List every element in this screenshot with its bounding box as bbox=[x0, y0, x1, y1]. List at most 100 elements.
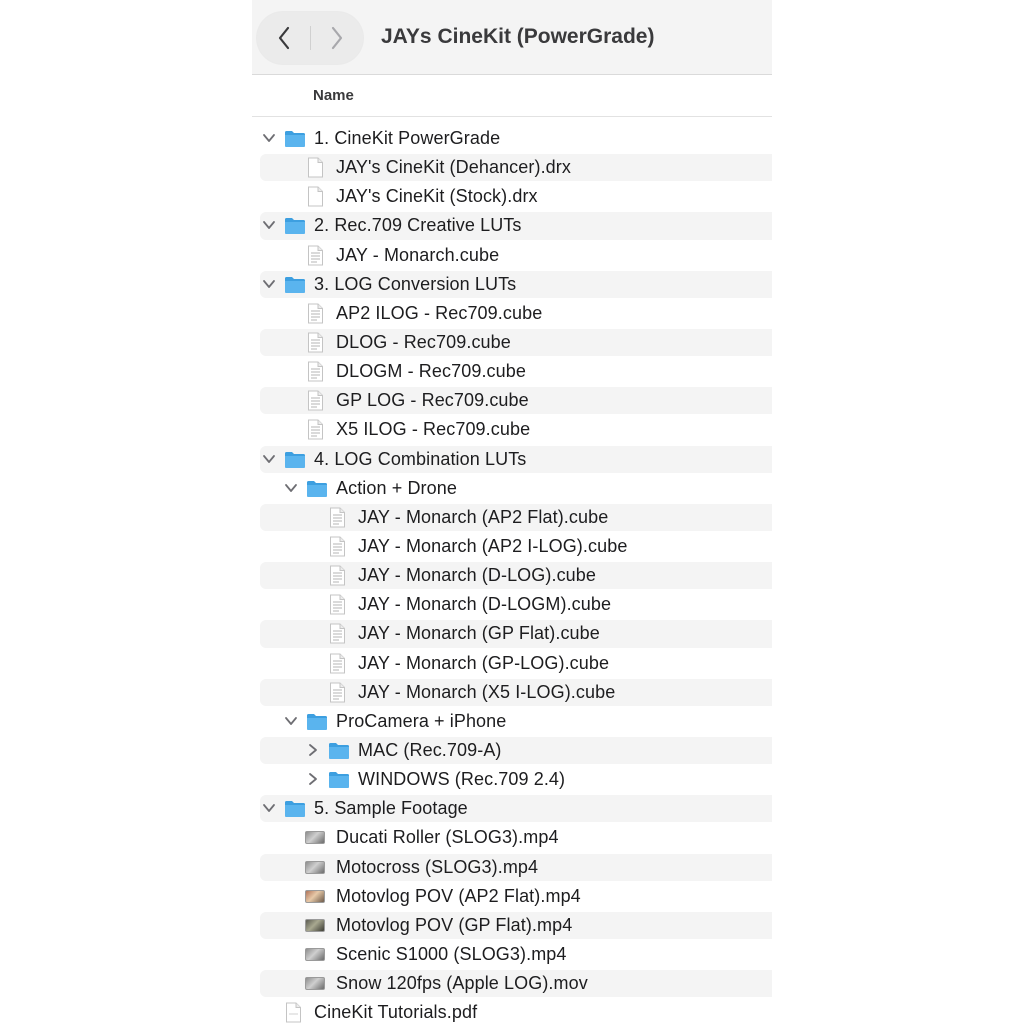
folder-icon bbox=[285, 276, 305, 293]
chevron-down-icon bbox=[263, 804, 275, 813]
disclosure-open-button[interactable] bbox=[262, 218, 276, 232]
disclosure-open-button[interactable] bbox=[262, 801, 276, 815]
file-row[interactable]: JAY - Monarch (D-LOG).cube bbox=[252, 561, 772, 590]
item-name: 3. LOG Conversion LUTs bbox=[314, 273, 517, 294]
file-row[interactable]: Snow 120fps (Apple LOG).mov bbox=[252, 969, 772, 998]
window-title: JAYs CineKit (PowerGrade) bbox=[381, 25, 655, 48]
video-thumbnail-icon bbox=[305, 889, 325, 903]
folder-row[interactable]: 5. Sample Footage bbox=[252, 794, 772, 823]
file-row[interactable]: JAY - Monarch (D-LOGM).cube bbox=[252, 590, 772, 619]
document-icon bbox=[308, 419, 323, 440]
folder-row[interactable]: 1. CineKit PowerGrade bbox=[252, 124, 772, 153]
document-icon bbox=[308, 186, 323, 207]
chevron-down-icon bbox=[263, 134, 275, 142]
disclosure-open-button[interactable] bbox=[284, 714, 298, 728]
folder-icon bbox=[285, 131, 305, 147]
item-name: JAY - Monarch (AP2 I-LOG).cube bbox=[358, 535, 628, 556]
folder-icon bbox=[329, 742, 349, 759]
disclosure-closed-button[interactable] bbox=[306, 743, 320, 757]
item-name: Action + Drone bbox=[336, 477, 457, 498]
folder-icon bbox=[285, 451, 305, 468]
document-icon bbox=[308, 332, 323, 353]
file-row[interactable]: JAY - Monarch.cube bbox=[252, 241, 772, 270]
file-row[interactable]: JAY - Monarch (GP Flat).cube bbox=[252, 619, 772, 648]
folder-row[interactable]: 4. LOG Combination LUTs bbox=[252, 445, 772, 474]
folder-icon bbox=[307, 480, 327, 497]
disclosure-open-button[interactable] bbox=[262, 131, 276, 145]
item-name: CineKit Tutorials.pdf bbox=[314, 1002, 478, 1023]
name-column-header[interactable]: Name bbox=[313, 87, 354, 104]
item-name: 2. Rec.709 Creative LUTs bbox=[314, 215, 522, 236]
file-row[interactable]: CineKit Tutorials.pdf bbox=[252, 998, 772, 1024]
item-name: JAY - Monarch (D-LOG).cube bbox=[358, 565, 597, 586]
file-row[interactable]: JAY - Monarch (GP-LOG).cube bbox=[252, 649, 772, 678]
disclosure-open-button[interactable] bbox=[262, 277, 276, 291]
item-name: JAY's CineKit (Stock).drx bbox=[336, 186, 538, 207]
item-name: JAY - Monarch (AP2 Flat).cube bbox=[358, 506, 609, 527]
item-name: JAY - Monarch (GP Flat).cube bbox=[358, 623, 600, 644]
item-name: ProCamera + iPhone bbox=[336, 710, 507, 731]
item-name: JAY - Monarch.cube bbox=[336, 244, 500, 265]
disclosure-open-button[interactable] bbox=[284, 481, 298, 495]
folder-row[interactable]: Action + Drone bbox=[252, 474, 772, 503]
item-name: MAC (Rec.709-A) bbox=[358, 739, 502, 760]
pdf-file-icon bbox=[286, 1002, 301, 1023]
item-name: JAY - Monarch (D-LOGM).cube bbox=[358, 594, 612, 615]
item-name: Motovlog POV (GP Flat).mp4 bbox=[336, 914, 573, 935]
forward-button[interactable] bbox=[310, 12, 363, 64]
item-name: Ducati Roller (SLOG3).mp4 bbox=[336, 827, 559, 848]
disclosure-closed-button[interactable] bbox=[306, 772, 320, 786]
document-icon bbox=[330, 653, 345, 674]
back-button[interactable] bbox=[257, 12, 310, 64]
chevron-right-icon bbox=[331, 26, 342, 50]
item-name: JAY - Monarch (GP-LOG).cube bbox=[358, 652, 610, 673]
chevron-down-icon bbox=[285, 716, 297, 725]
item-name: Motovlog POV (AP2 Flat).mp4 bbox=[336, 885, 581, 906]
file-row[interactable]: Motovlog POV (GP Flat).mp4 bbox=[252, 911, 772, 940]
file-row[interactable]: Motovlog POV (AP2 Flat).mp4 bbox=[252, 882, 772, 911]
item-name: Snow 120fps (Apple LOG).mov bbox=[336, 973, 588, 994]
folder-icon bbox=[285, 218, 305, 235]
folder-row[interactable]: 2. Rec.709 Creative LUTs bbox=[252, 211, 772, 240]
video-thumbnail-icon bbox=[305, 918, 325, 932]
video-thumbnail-icon bbox=[305, 860, 325, 874]
video-thumbnail-icon bbox=[305, 831, 325, 845]
folder-row[interactable]: ProCamera + iPhone bbox=[252, 707, 772, 736]
file-row[interactable]: DLOG - Rec709.cube bbox=[252, 328, 772, 357]
file-row[interactable]: AP2 ILOG - Rec709.cube bbox=[252, 299, 772, 328]
document-icon bbox=[308, 361, 323, 382]
file-row[interactable]: JAY's CineKit (Stock).drx bbox=[252, 182, 772, 211]
file-row[interactable]: JAY - Monarch (AP2 I-LOG).cube bbox=[252, 532, 772, 561]
file-row[interactable]: JAY's CineKit (Dehancer).drx bbox=[252, 153, 772, 182]
file-row[interactable]: Ducati Roller (SLOG3).mp4 bbox=[252, 823, 772, 852]
item-name: AP2 ILOG - Rec709.cube bbox=[336, 302, 543, 323]
navigation-buttons bbox=[257, 12, 363, 64]
document-icon bbox=[330, 594, 345, 615]
file-row[interactable]: DLOGM - Rec709.cube bbox=[252, 357, 772, 386]
document-icon bbox=[330, 507, 345, 528]
column-header: Name bbox=[252, 75, 772, 117]
file-row[interactable]: JAY - Monarch (X5 I-LOG).cube bbox=[252, 678, 772, 707]
chevron-right-icon bbox=[309, 773, 317, 785]
item-name: GP LOG - Rec709.cube bbox=[336, 390, 529, 411]
folder-row[interactable]: 3. LOG Conversion LUTs bbox=[252, 270, 772, 299]
folder-icon bbox=[329, 772, 349, 789]
chevron-down-icon bbox=[263, 279, 275, 288]
video-thumbnail-icon bbox=[305, 977, 325, 991]
item-name: Motocross (SLOG3).mp4 bbox=[336, 856, 539, 877]
item-name: JAY - Monarch (X5 I-LOG).cube bbox=[358, 681, 616, 702]
file-row[interactable]: GP LOG - Rec709.cube bbox=[252, 386, 772, 415]
item-name: 1. CineKit PowerGrade bbox=[314, 128, 501, 148]
item-name: Scenic S1000 (SLOG3).mp4 bbox=[336, 943, 567, 964]
disclosure-open-button[interactable] bbox=[262, 452, 276, 466]
file-row[interactable]: X5 ILOG - Rec709.cube bbox=[252, 415, 772, 444]
file-row[interactable]: JAY - Monarch (AP2 Flat).cube bbox=[252, 503, 772, 532]
chevron-down-icon bbox=[263, 221, 275, 230]
file-row[interactable]: Scenic S1000 (SLOG3).mp4 bbox=[252, 940, 772, 969]
item-name: JAY's CineKit (Dehancer).drx bbox=[336, 157, 571, 178]
file-row[interactable]: Motocross (SLOG3).mp4 bbox=[252, 853, 772, 882]
item-name: DLOGM - Rec709.cube bbox=[336, 361, 526, 382]
document-icon bbox=[308, 157, 323, 178]
folder-row[interactable]: MAC (Rec.709-A) bbox=[252, 736, 772, 765]
folder-row[interactable]: WINDOWS (Rec.709 2.4) bbox=[252, 765, 772, 794]
